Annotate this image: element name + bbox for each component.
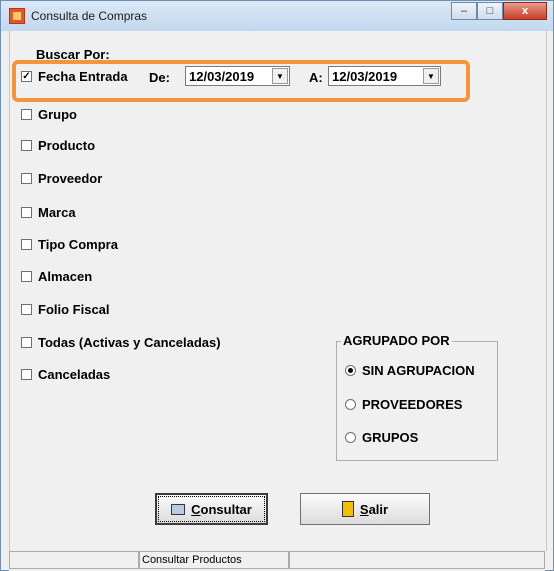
checkbox-canceladas[interactable]: Canceladas <box>21 367 110 382</box>
status-panel-right <box>289 551 545 569</box>
radio-dot <box>345 432 356 443</box>
radio-proveedores[interactable]: PROVEEDORES <box>345 397 462 412</box>
book-icon <box>171 503 186 515</box>
form-body: Buscar Por: ✓ Fecha Entrada De: 12/03/20… <box>9 31 547 551</box>
checkbox-folio-fiscal[interactable]: Folio Fiscal <box>21 302 110 317</box>
fecha-de-picker[interactable]: 12/03/2019 ▼ <box>185 66 290 86</box>
checkbox-label: Folio Fiscal <box>38 302 110 317</box>
app-icon <box>9 8 25 24</box>
checkbox-producto[interactable]: Producto <box>21 138 95 153</box>
window-title: Consulta de Compras <box>31 9 148 23</box>
checkbox-box <box>21 337 32 348</box>
close-button[interactable]: x <box>503 2 547 20</box>
radio-label: PROVEEDORES <box>362 397 463 412</box>
group-title: AGRUPADO POR <box>341 333 452 348</box>
checkbox-box <box>21 109 32 120</box>
radio-dot <box>345 365 356 376</box>
checkbox-box <box>21 304 32 315</box>
radio-label: SIN AGRUPACION <box>362 363 475 378</box>
checkbox-box <box>21 239 32 250</box>
checkbox-box <box>21 140 32 151</box>
fecha-a-picker[interactable]: 12/03/2019 ▼ <box>328 66 441 86</box>
status-panel-left <box>9 551 139 569</box>
window-controls: – □ x <box>451 2 547 22</box>
checkbox-label: Marca <box>38 205 76 220</box>
checkbox-label: Todas (Activas y Canceladas) <box>38 335 221 350</box>
dropdown-arrow-icon[interactable]: ▼ <box>423 68 439 84</box>
checkbox-marca[interactable]: Marca <box>21 205 76 220</box>
dropdown-arrow-icon[interactable]: ▼ <box>272 68 288 84</box>
checkbox-label: Almacen <box>38 269 93 284</box>
checkbox-box <box>21 369 32 380</box>
checkbox-almacen[interactable]: Almacen <box>21 269 92 284</box>
fecha-de-value: 12/03/2019 <box>189 68 255 84</box>
door-icon <box>341 501 354 517</box>
agrupado-por-group: AGRUPADO POR SIN AGRUPACION PROVEEDORES … <box>336 333 498 461</box>
checkbox-label: Canceladas <box>38 367 111 382</box>
button-label: Salir <box>359 501 389 517</box>
main-window: Consulta de Compras – □ x Buscar Por: ✓ … <box>0 0 554 571</box>
checkbox-label: Fecha Entrada <box>38 69 128 84</box>
checkbox-grupo[interactable]: Grupo <box>21 107 77 122</box>
minimize-button[interactable]: – <box>451 2 477 20</box>
radio-dot <box>345 399 356 410</box>
status-bar: Consultar Productos <box>9 551 545 571</box>
radio-label: GRUPOS <box>362 430 419 445</box>
title-bar[interactable]: Consulta de Compras – □ x <box>1 1 553 31</box>
checkbox-box <box>21 173 32 184</box>
a-label: A: <box>309 70 323 85</box>
checkbox-box: ✓ <box>21 71 32 82</box>
checkbox-label: Tipo Compra <box>38 237 118 252</box>
radio-grupos[interactable]: GRUPOS <box>345 430 418 445</box>
salir-button[interactable]: Salir <box>300 493 430 525</box>
checkbox-label: Proveedor <box>38 171 103 186</box>
de-label: De: <box>149 70 170 85</box>
maximize-button[interactable]: □ <box>477 2 503 20</box>
checkbox-box <box>21 271 32 282</box>
checkbox-label: Grupo <box>38 107 77 122</box>
checkbox-box <box>21 207 32 218</box>
checkbox-proveedor[interactable]: Proveedor <box>21 171 102 186</box>
status-panel-message: Consultar Productos <box>139 551 289 569</box>
checkbox-todas[interactable]: Todas (Activas y Canceladas) <box>21 335 221 350</box>
checkbox-label: Producto <box>38 138 96 153</box>
button-label: Consultar <box>191 501 252 517</box>
checkbox-tipo-compra[interactable]: Tipo Compra <box>21 237 118 252</box>
radio-sin-agrupacion[interactable]: SIN AGRUPACION <box>345 363 475 378</box>
checkbox-fecha-entrada[interactable]: ✓ Fecha Entrada <box>21 69 128 84</box>
fecha-a-value: 12/03/2019 <box>332 68 398 84</box>
consultar-button[interactable]: Consultar <box>155 493 268 525</box>
